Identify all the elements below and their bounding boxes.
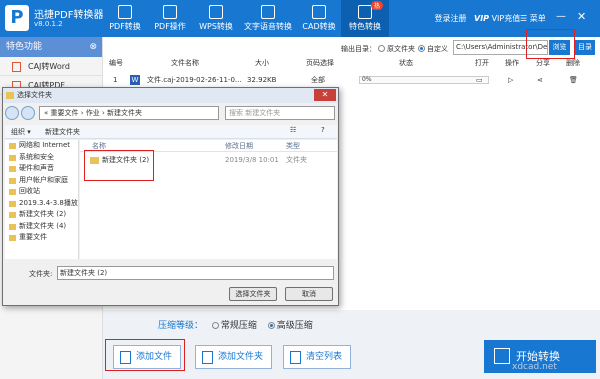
add-folder-button[interactable]: 添加文件夹 — [195, 345, 272, 369]
clear-list-icon — [290, 351, 301, 364]
tab-text-speech[interactable]: 文字语音转换 — [240, 0, 296, 37]
back-icon[interactable] — [5, 106, 19, 120]
caj-icon — [12, 62, 21, 72]
close-button[interactable]: ✕ — [577, 10, 586, 23]
sidebar-item-caj-word[interactable]: CAJ转Word — [0, 57, 102, 76]
tab-pdf-operate[interactable]: PDF操作 — [150, 0, 190, 37]
select-folder-dialog: 选择文件夹 ✕ « 重要文件 › 作业 › 新建文件夹 搜索 新建文件夹 组织 … — [2, 87, 339, 306]
open-folder-icon[interactable]: ▭ — [476, 72, 483, 88]
tree-item[interactable]: 新建文件夹 (2) — [5, 209, 78, 221]
speech-icon — [261, 5, 275, 19]
pdf-operate-icon — [163, 5, 177, 19]
tree-item[interactable]: 网络和 Internet — [5, 140, 78, 152]
hot-badge: 热 — [370, 1, 383, 10]
convert-icon — [494, 348, 510, 364]
top-bar: P 迅捷PDF转换器 v8.0.1.2 PDF转换 PDF操作 WPS转换 文字… — [0, 0, 600, 37]
tab-feature-convert[interactable]: 热特色转换 — [341, 0, 389, 37]
highlight-add-file — [105, 339, 185, 371]
view-icon[interactable]: ☷ — [290, 126, 296, 134]
dialog-cancel-button[interactable]: 取消 — [285, 287, 333, 301]
tab-wps-convert[interactable]: WPS转换 — [196, 0, 236, 37]
new-folder-button[interactable]: 新建文件夹 — [45, 127, 80, 137]
highlight-browse — [526, 29, 575, 59]
forward-icon[interactable] — [21, 106, 35, 120]
tree-item[interactable]: 新建文件夹 (4) — [5, 221, 78, 233]
tree-item[interactable]: 重要文件 — [5, 232, 78, 244]
address-path[interactable]: « 重要文件 › 作业 › 新建文件夹 — [39, 106, 219, 120]
dialog-title-bar: 选择文件夹 ✕ — [3, 88, 338, 103]
menu-button[interactable]: ☰ 菜单 — [520, 13, 546, 24]
file-list: 名称 修改日期 类型 新建文件夹 (2) 2019/3/8 10:01 文件夹 — [80, 140, 337, 259]
folder-name-row: 文件夹: 新建文件夹 (2) — [5, 266, 337, 281]
address-bar: « 重要文件 › 作业 › 新建文件夹 搜索 新建文件夹 — [5, 105, 337, 122]
app-logo-icon: P — [5, 5, 29, 31]
help-icon[interactable]: ? — [321, 126, 325, 134]
radio-custom-folder[interactable]: 自定义 — [418, 44, 448, 54]
dialog-toolbar: 组织 ▾ 新建文件夹 ☷ ? — [5, 125, 337, 139]
minimize-button[interactable]: — — [556, 11, 566, 22]
app-version: v8.0.1.2 — [34, 20, 63, 28]
radio-high-compress[interactable]: 高级压缩 — [267, 321, 313, 331]
tree-item[interactable]: 系统和安全 — [5, 152, 78, 164]
wps-icon — [209, 5, 223, 19]
tree-item[interactable]: 回收站 — [5, 186, 78, 198]
folder-name-input[interactable]: 新建文件夹 (2) — [57, 266, 334, 280]
tree-item[interactable]: 硬件和声音 — [5, 163, 78, 175]
app-title: 迅捷PDF转换器 — [34, 10, 104, 21]
collapse-icon[interactable]: ⊗ — [89, 37, 97, 57]
compression-row: 压缩等级： 常规压缩 高级压缩 — [158, 321, 313, 331]
folder-tree: 网络和 Internet 系统和安全 硬件和声音 用户帐户和家庭 回收站 201… — [5, 140, 79, 259]
folder-icon — [6, 92, 14, 99]
dialog-close-button[interactable]: ✕ — [314, 89, 336, 101]
radio-original-folder[interactable]: 原文件夹 — [378, 44, 415, 54]
cad-icon — [312, 5, 326, 19]
radio-normal-compress[interactable]: 常规压缩 — [211, 321, 257, 331]
sidebar-header: 特色功能 ⊗ — [0, 37, 102, 57]
add-folder-icon — [202, 351, 213, 364]
organize-button[interactable]: 组织 ▾ — [11, 127, 31, 137]
login-link[interactable]: 👤 登录注册 — [422, 13, 467, 24]
delete-icon[interactable]: 🗑 — [569, 72, 578, 88]
clear-list-button[interactable]: 清空列表 — [283, 345, 351, 369]
tab-pdf-convert[interactable]: PDF转换 — [105, 0, 145, 37]
tab-cad-convert[interactable]: CAD转换 — [298, 0, 340, 37]
vip-link[interactable]: VIP VIP充值 — [474, 13, 520, 24]
directory-button[interactable]: 目录 — [575, 40, 595, 55]
progress-bar: 0% — [359, 76, 489, 84]
share-icon[interactable]: ⋖ — [537, 72, 543, 88]
tree-item[interactable]: 2019.3.4-3.8播放 — [5, 198, 78, 210]
play-icon[interactable]: ▷ — [508, 72, 513, 88]
table-row[interactable]: 1 W 文件.caj-2019-02-26-11-0... 32.92KB 全部… — [103, 72, 600, 88]
watermark: xdcad.net — [512, 362, 557, 372]
pdf-convert-icon — [118, 5, 132, 19]
table-header: 编号 文件名称 大小 页码选择 状态 打开 操作 分享 删除 — [109, 59, 580, 67]
feature-icon — [358, 5, 372, 19]
tree-item[interactable]: 用户帐户和家庭 — [5, 175, 78, 187]
dialog-search-input[interactable]: 搜索 新建文件夹 — [225, 106, 335, 120]
word-file-icon: W — [130, 75, 140, 85]
select-folder-button[interactable]: 选择文件夹 — [229, 287, 277, 301]
highlight-folder — [84, 150, 154, 181]
